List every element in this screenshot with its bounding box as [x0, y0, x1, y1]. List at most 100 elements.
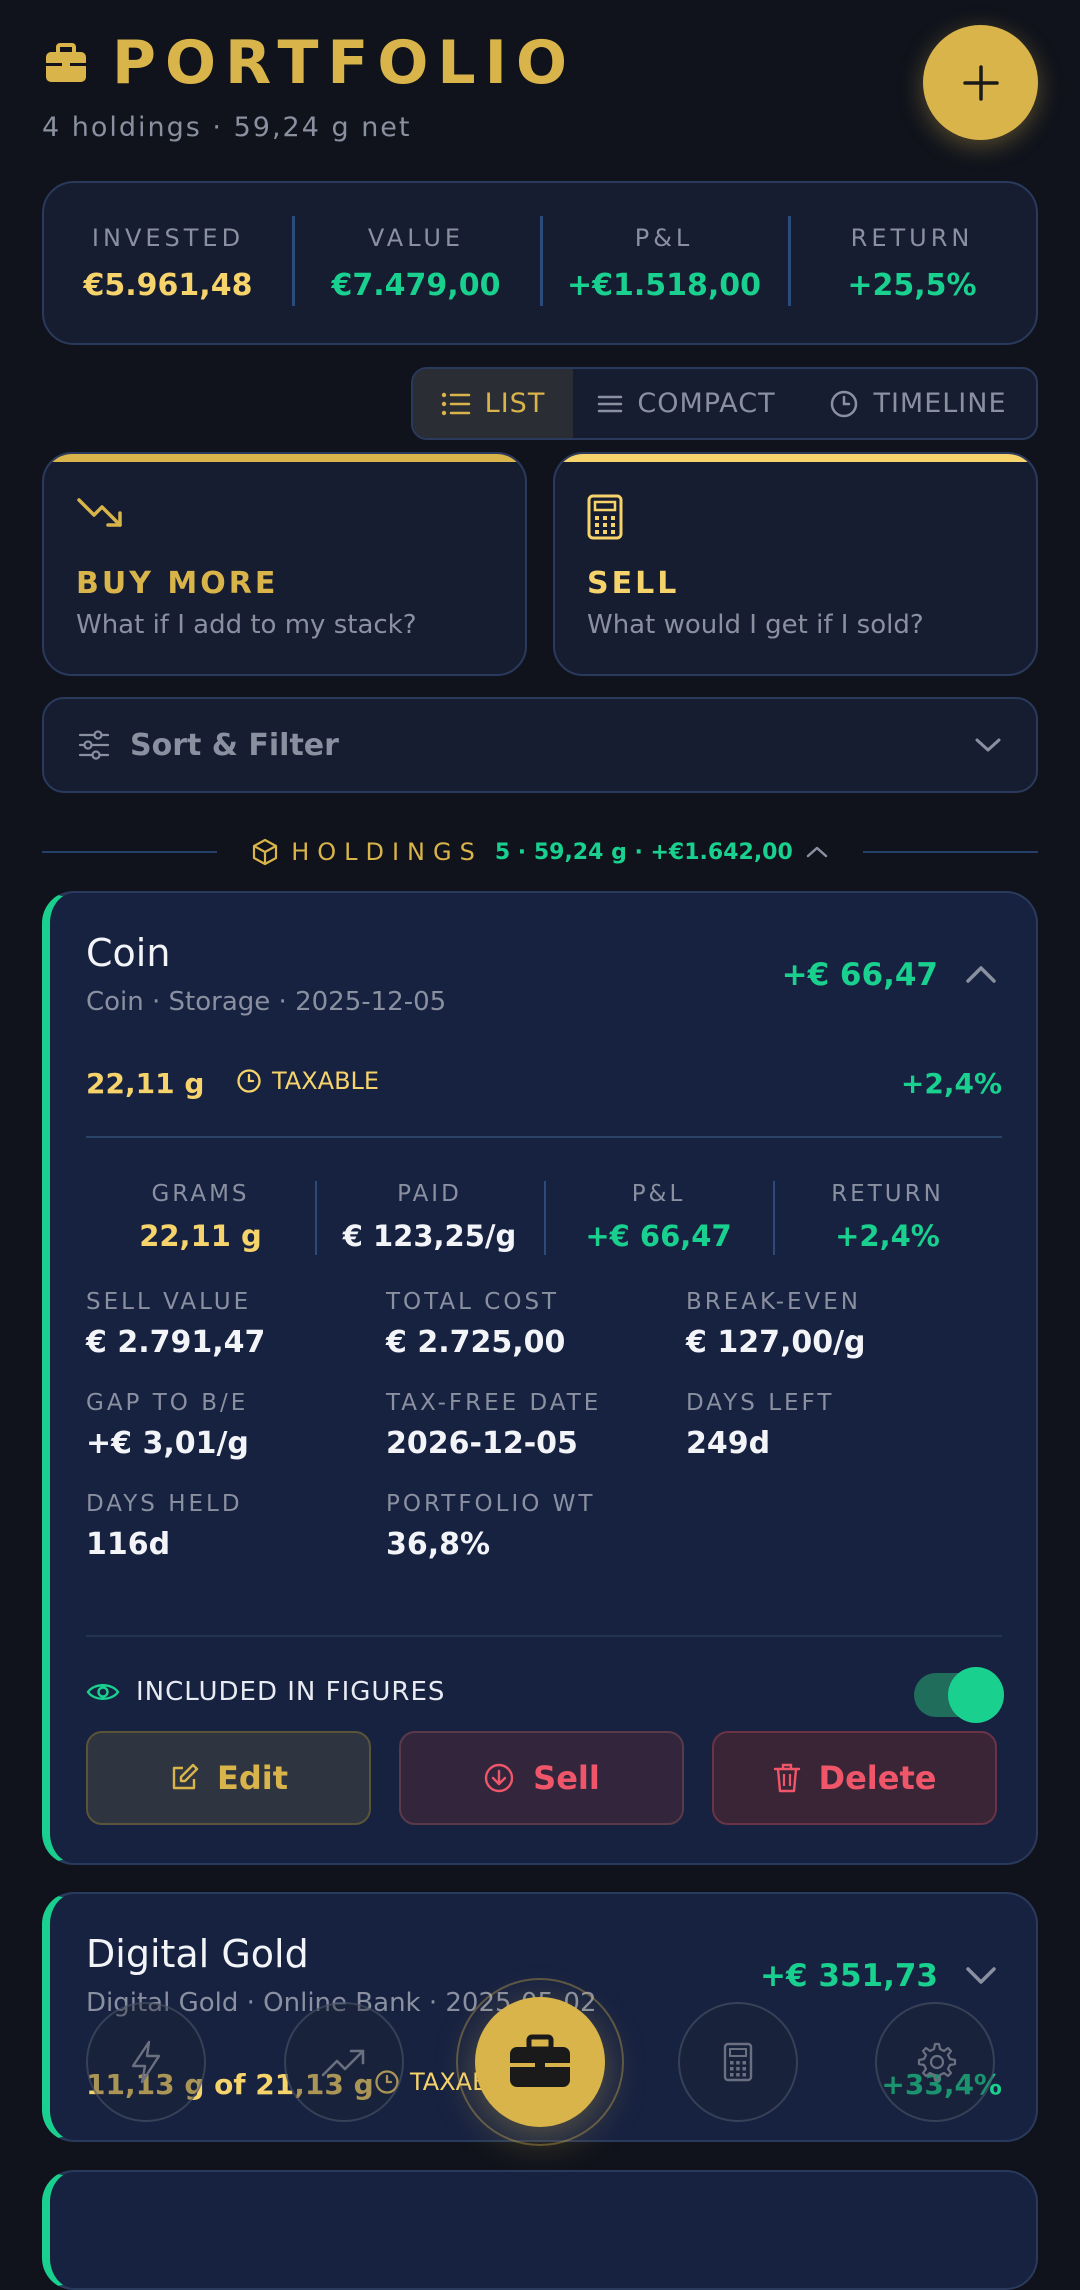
sort-filter-bar[interactable]: Sort & Filter	[42, 697, 1038, 793]
tab-label: TIMELINE	[873, 388, 1007, 419]
sell-button[interactable]: Sell	[399, 1731, 684, 1825]
summary-value: +25,5%	[847, 267, 977, 303]
chevron-up-icon	[806, 846, 828, 858]
delete-button[interactable]: Delete	[712, 1731, 997, 1825]
view-mode-tabs: LIST COMPACT TIMELINE	[411, 367, 1038, 440]
stat-label: PAID	[397, 1181, 462, 1207]
holdings-header[interactable]: HOLDINGS 5 · 59,24 g · +€1.642,00	[42, 830, 1038, 874]
stat-value: 22,11 g	[139, 1219, 262, 1253]
stat-grams: GRAMS 22,11 g	[86, 1181, 315, 1253]
detail-value: 2026-12-05	[386, 1426, 578, 1461]
tab-list[interactable]: LIST	[413, 369, 573, 438]
divider-line	[862, 851, 1038, 853]
summary-label: VALUE	[367, 223, 465, 252]
holding-stats-row: GRAMS 22,11 g PAID € 123,25/g P&L +€ 66,…	[86, 1181, 1002, 1255]
detail-value: € 2.791,47	[86, 1325, 266, 1360]
holding-meta: Coin · Storage · 2025-12-05	[86, 987, 447, 1017]
chevron-up-icon[interactable]	[964, 963, 998, 985]
edit-icon	[172, 1763, 199, 1790]
detail-value: 36,8%	[386, 1527, 491, 1562]
detail-days-left: DAYS LEFT 249d	[686, 1390, 986, 1461]
calculator-icon	[723, 2042, 753, 2082]
plus-icon	[962, 64, 999, 101]
card-title: BUY MORE	[76, 566, 279, 601]
summary-label: P&L	[634, 223, 694, 252]
holding-card[interactable]	[42, 2170, 1038, 2290]
stat-label: P&L	[631, 1181, 686, 1207]
tab-compact[interactable]: COMPACT	[573, 369, 800, 438]
trash-icon	[773, 1763, 800, 1793]
card-title: SELL	[587, 566, 680, 601]
summary-pnl: P&L +€1.518,00	[540, 215, 788, 306]
stat-label: RETURN	[831, 1181, 944, 1207]
tab-timeline[interactable]: TIMELINE	[800, 369, 1036, 438]
detail-days-held: DAYS HELD 116d	[86, 1491, 386, 1562]
sliders-icon	[78, 730, 110, 760]
detail-break-even: BREAK-EVEN € 127,00/g	[686, 1289, 986, 1360]
detail-total-cost: TOTAL COST € 2.725,00	[386, 1289, 686, 1360]
portfolio-summary: INVESTED €5.961,48 VALUE €7.479,00 P&L +…	[42, 181, 1038, 345]
clock-icon	[237, 1069, 261, 1093]
nav-chart[interactable]	[284, 2002, 404, 2122]
nav-settings[interactable]	[875, 2002, 995, 2122]
detail-label: SELL VALUE	[86, 1289, 252, 1315]
detail-value: 249d	[686, 1426, 771, 1461]
summary-value-cell: VALUE €7.479,00	[292, 215, 540, 306]
stat-value: +€ 66,47	[585, 1219, 732, 1253]
button-label: Delete	[818, 1759, 937, 1797]
summary-value: +€1.518,00	[566, 267, 762, 303]
download-circle-icon	[484, 1763, 514, 1793]
detail-sell-value: SELL VALUE € 2.791,47	[86, 1289, 386, 1360]
detail-label: DAYS LEFT	[686, 1390, 835, 1416]
button-label: Sell	[533, 1759, 600, 1797]
tab-label: LIST	[484, 388, 546, 419]
nav-portfolio[interactable]	[456, 1978, 624, 2146]
detail-value: 116d	[86, 1527, 171, 1562]
sell-card[interactable]: SELL What would I get if I sold?	[553, 452, 1038, 676]
holding-name: Coin	[86, 931, 171, 975]
holdings-stats: 5 · 59,24 g · +€1.642,00	[494, 839, 793, 865]
trend-down-icon	[77, 498, 122, 527]
divider	[86, 1635, 1002, 1637]
detail-portfolio-wt: PORTFOLIO WT 36,8%	[386, 1491, 686, 1562]
holding-card-content: Coin Coin · Storage · 2025-12-05 +€ 66,4…	[50, 891, 1038, 1865]
card-accent-bar	[555, 454, 1036, 462]
included-label: INCLUDED IN FIGURES	[136, 1677, 446, 1707]
summary-invested: INVESTED €5.961,48	[44, 224, 292, 303]
eye-icon	[86, 1684, 120, 1700]
button-label: Edit	[216, 1759, 289, 1797]
tax-label: TAXABLE	[272, 1067, 380, 1095]
list-icon	[441, 392, 470, 415]
stat-value: +2,4%	[835, 1219, 940, 1253]
gear-icon	[917, 2042, 957, 2082]
edit-button[interactable]: Edit	[86, 1731, 371, 1825]
detail-label: DAYS HELD	[86, 1491, 243, 1517]
include-toggle[interactable]	[914, 1667, 1004, 1723]
chevron-down-icon	[975, 738, 1001, 752]
detail-label: BREAK-EVEN	[686, 1289, 861, 1315]
summary-value: €5.961,48	[83, 267, 253, 303]
holding-grams: 22,11 g	[86, 1067, 205, 1100]
nav-calculator[interactable]	[678, 2002, 798, 2122]
included-in-figures: INCLUDED IN FIGURES	[86, 1677, 445, 1707]
add-holding-button[interactable]	[923, 25, 1038, 140]
card-subtitle: What would I get if I sold?	[587, 610, 924, 640]
nav-quick[interactable]	[86, 2002, 206, 2122]
buy-more-card[interactable]: BUY MORE What if I add to my stack?	[42, 452, 527, 676]
briefcase-icon	[510, 2034, 570, 2087]
header: PORTFOLIO 4 holdings · 59,24 g net	[42, 28, 1042, 158]
bottom-navigation	[0, 1960, 1080, 2150]
holding-pnl: +€ 66,47	[781, 957, 938, 993]
detail-value: € 2.725,00	[386, 1325, 566, 1360]
detail-gap-to-be: GAP TO B/E +€ 3,01/g	[86, 1390, 386, 1461]
nav-portfolio-button	[475, 1997, 605, 2127]
compact-lines-icon	[598, 395, 623, 412]
sort-filter-label: Sort & Filter	[130, 727, 339, 763]
summary-value: €7.479,00	[331, 267, 501, 303]
divider	[86, 1136, 1002, 1138]
detail-label: PORTFOLIO WT	[386, 1491, 596, 1517]
box-icon	[253, 838, 278, 866]
stat-label: GRAMS	[151, 1181, 250, 1207]
stat-return: RETURN +2,4%	[773, 1181, 1002, 1255]
lightning-icon	[131, 2040, 161, 2084]
